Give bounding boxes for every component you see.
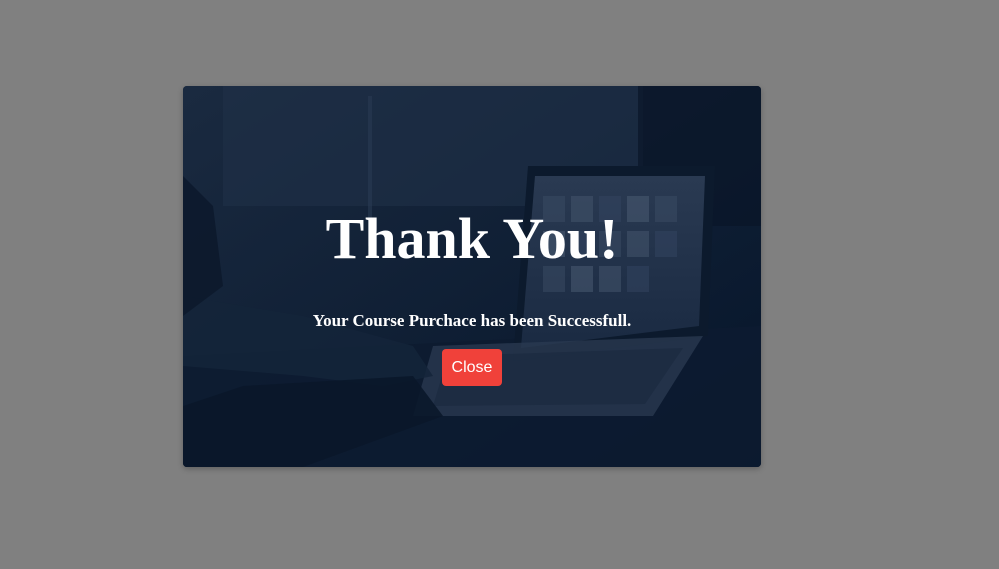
modal-message: Your Course Purchace has been Successful… — [312, 311, 632, 330]
modal-content: Thank You! Your Course Purchace has been… — [183, 86, 761, 467]
modal-title: Thank You! — [325, 206, 619, 271]
close-button[interactable]: Close — [442, 349, 502, 386]
thank-you-modal: Thank You! Your Course Purchace has been… — [183, 86, 761, 467]
